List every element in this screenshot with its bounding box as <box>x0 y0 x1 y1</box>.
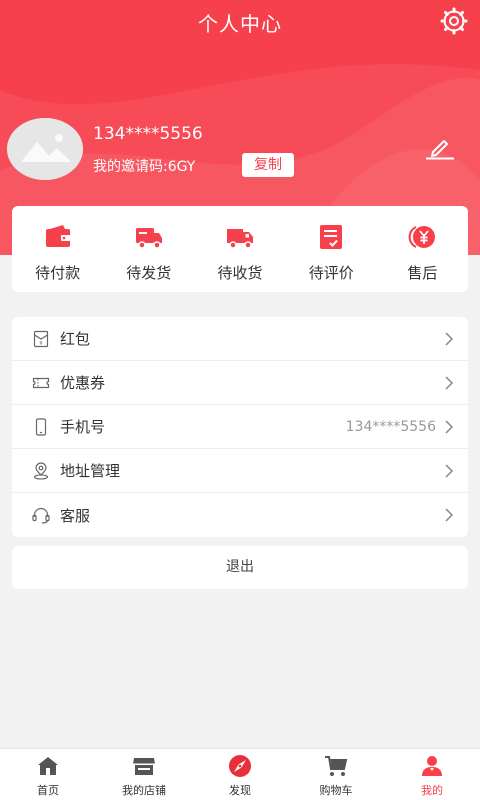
menu-label: 客服 <box>60 506 91 525</box>
bottom-tab-bar: 首页 我的店铺 发现 购物车 我的 <box>0 748 480 800</box>
order-pending-receipt[interactable]: 待收货 <box>194 206 285 292</box>
tab-my-store[interactable]: 我的店铺 <box>96 749 192 800</box>
chevron-right-icon <box>445 419 454 434</box>
headset-icon <box>32 507 50 524</box>
order-label: 待评价 <box>308 264 354 282</box>
tab-discover[interactable]: 发现 <box>192 749 288 800</box>
compass-icon <box>229 755 251 777</box>
order-label: 待发货 <box>126 264 172 282</box>
page-title: 个人中心 <box>198 12 282 36</box>
truck-icon <box>135 228 162 249</box>
copy-button[interactable]: 复制 <box>242 153 294 177</box>
avatar-placeholder-icon <box>7 118 83 180</box>
order-label: 售后 <box>407 264 438 282</box>
chevron-right-icon <box>445 463 454 478</box>
menu-value: 134****5556 <box>345 418 436 435</box>
location-pin-icon <box>33 461 49 480</box>
tab-me[interactable]: 我的 <box>384 749 480 800</box>
order-pending-review[interactable]: 待评价 <box>286 206 377 292</box>
tab-cart[interactable]: 购物车 <box>288 749 384 800</box>
coupon-icon <box>32 377 50 388</box>
order-pending-shipment[interactable]: 待发货 <box>103 206 194 292</box>
cart-icon <box>325 756 348 776</box>
menu-item-customer-service[interactable]: 客服 <box>12 493 468 537</box>
chevron-right-icon <box>445 331 454 346</box>
store-icon <box>133 758 155 775</box>
gear-icon[interactable] <box>440 7 468 35</box>
avatar[interactable] <box>7 118 83 180</box>
menu-item-red-envelope[interactable]: ¥ 红包 <box>12 317 468 361</box>
tab-label: 发现 <box>229 784 251 797</box>
delivery-truck-icon <box>227 229 253 249</box>
menu-item-phone[interactable]: 手机号 134****5556 <box>12 405 468 449</box>
order-status-panel: 待付款 待发货 待收货 待评价 售后 <box>12 206 468 292</box>
order-pending-payment[interactable]: 待付款 <box>12 206 103 292</box>
menu-label: 红包 <box>60 330 91 348</box>
yuan-coin-icon <box>408 226 436 248</box>
tab-label: 我的 <box>421 784 443 797</box>
review-icon <box>320 225 343 249</box>
order-label: 待付款 <box>35 264 81 282</box>
menu-label: 优惠券 <box>60 374 106 392</box>
svg-text:¥: ¥ <box>39 341 42 347</box>
wallet-icon <box>45 225 70 247</box>
home-icon <box>38 757 58 775</box>
logout-button[interactable]: 退出 <box>12 546 468 589</box>
menu-label: 手机号 <box>60 418 106 436</box>
user-phone: 134****5556 <box>93 124 203 144</box>
tab-label: 我的店铺 <box>122 784 166 797</box>
order-after-sales[interactable]: 售后 <box>377 206 468 292</box>
order-label: 待收货 <box>217 264 263 282</box>
tab-home[interactable]: 首页 <box>0 749 96 800</box>
edit-icon[interactable] <box>424 136 456 160</box>
invite-code: 我的邀请码:6GY <box>93 159 196 175</box>
user-icon <box>422 756 442 776</box>
menu-label: 地址管理 <box>60 462 121 480</box>
settings-menu: ¥ 红包 优惠券 手机号 134****5556 地址管理 客服 <box>12 317 468 537</box>
tab-label: 购物车 <box>319 784 353 797</box>
red-envelope-icon: ¥ <box>33 330 49 347</box>
chevron-right-icon <box>445 375 454 390</box>
tab-label: 首页 <box>37 784 59 797</box>
mobile-phone-icon <box>35 417 47 436</box>
chevron-right-icon <box>445 508 454 522</box>
menu-item-coupon[interactable]: 优惠券 <box>12 361 468 405</box>
menu-item-address[interactable]: 地址管理 <box>12 449 468 493</box>
